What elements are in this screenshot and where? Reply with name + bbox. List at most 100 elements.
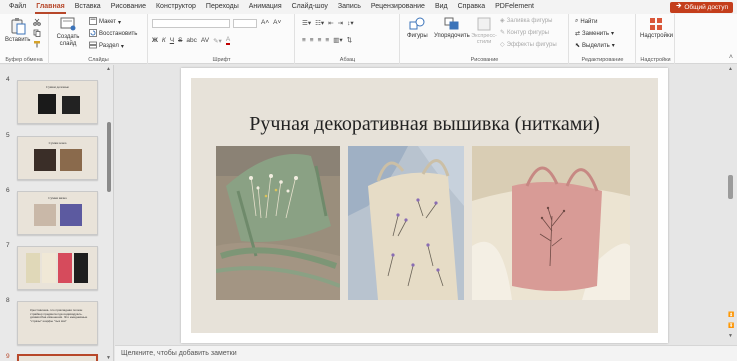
font-size-input[interactable]	[233, 19, 257, 28]
clipboard-group-label: Буфер обмена	[5, 57, 43, 63]
align-center-icon[interactable]: ≡	[310, 37, 314, 44]
section-button[interactable]: Раздел ▾	[89, 41, 124, 51]
layout-icon	[89, 17, 97, 27]
shape-effects-button[interactable]: ◇ Эффекты фигуры	[500, 41, 557, 49]
paragraph-row-2: ≡ ≡ ≡ ≡ ▥▾ ⇅	[302, 36, 352, 45]
char-spacing-button[interactable]: AV	[201, 37, 209, 44]
section-label: Раздел	[99, 43, 119, 49]
scroll-down-icon[interactable]: ▼	[728, 333, 733, 339]
brush-icon	[33, 40, 41, 50]
numbering-icon[interactable]: ☷▾	[315, 19, 324, 27]
shape-outline-button[interactable]: ✎ Контур фигуры	[500, 29, 549, 37]
select-button[interactable]: ⬉ Выделить ▾	[575, 42, 615, 50]
previous-slide-icon[interactable]: ⏫	[728, 312, 734, 318]
italic-button[interactable]: К	[162, 37, 166, 44]
scroll-down-icon[interactable]: ▼	[106, 355, 111, 361]
quick-styles-button[interactable]: Экспресс-стили	[471, 17, 497, 45]
tab-pdfelement[interactable]: PDFelement	[490, 0, 539, 14]
spacing-button[interactable]: abc	[186, 37, 196, 44]
thumbnail-image	[60, 149, 82, 171]
copy-button[interactable]	[33, 29, 41, 39]
slides-group-label: Слайды	[88, 57, 109, 63]
layout-button[interactable]: Макет ▾	[89, 17, 121, 27]
chevron-down-icon: ▾	[120, 43, 124, 50]
clipboard-group: Вставить Буфер обмена	[0, 14, 49, 64]
decrease-indent-icon[interactable]: ⇤	[328, 19, 333, 27]
reset-button[interactable]: Восстановить	[89, 29, 137, 39]
tab-slideshow[interactable]: Слайд-шоу	[287, 0, 333, 14]
slide-thumbnail-9[interactable]	[17, 354, 98, 361]
share-button[interactable]: Общий доступ	[670, 2, 733, 13]
tab-view[interactable]: Вид	[430, 0, 453, 14]
current-slide[interactable]: Ручная декоративная вышивка (нитками)	[181, 68, 668, 343]
cut-button[interactable]	[33, 18, 41, 28]
scroll-up-icon[interactable]: ▲	[728, 66, 733, 72]
tab-insert[interactable]: Вставка	[70, 0, 106, 14]
tab-home[interactable]: Главная	[31, 0, 69, 14]
font-color-button[interactable]: А	[225, 36, 231, 45]
drawing-group-label: Рисование	[470, 57, 499, 63]
line-spacing-icon[interactable]: ↕▾	[347, 19, 354, 27]
align-right-icon[interactable]: ≡	[318, 37, 322, 44]
shrink-font-icon[interactable]: A˅	[273, 19, 281, 26]
slide-thumbnail-6[interactable]: Сумки вязка	[17, 191, 98, 235]
thumbnails-scrollbar[interactable]: ▲ ▼	[106, 66, 111, 361]
align-left-icon[interactable]: ≡	[302, 37, 306, 44]
slide-thumbnail-4[interactable]: Сумки деловые	[17, 80, 98, 124]
thumbnail-title: Сумки кожа	[48, 141, 67, 145]
tab-file[interactable]: Файл	[4, 0, 31, 14]
shapes-button[interactable]: Фигуры	[407, 17, 428, 39]
font-size-controls: A˄ A˅	[261, 19, 281, 26]
font-name-input[interactable]	[152, 19, 230, 28]
replace-button[interactable]: ⇄ Заменить ▾	[575, 30, 614, 38]
tab-help[interactable]: Справка	[453, 0, 490, 14]
strikethrough-button[interactable]: S	[178, 37, 182, 44]
shape-fill-button[interactable]: ◈ Заливка фигуры	[500, 17, 552, 25]
bold-button[interactable]: Ж	[152, 37, 158, 44]
increase-indent-icon[interactable]: ⇥	[338, 19, 343, 27]
tab-record[interactable]: Запись	[333, 0, 366, 14]
next-slide-icon[interactable]: ⏬	[728, 323, 734, 329]
find-button[interactable]: ⌕ Найти	[575, 18, 598, 25]
scroll-up-icon[interactable]: ▲	[106, 66, 111, 72]
editor-scroll-thumb[interactable]	[728, 175, 733, 199]
beige-tote-photo[interactable]	[348, 146, 464, 300]
new-slide-button[interactable]: Создать слайд	[53, 17, 83, 48]
justify-icon[interactable]: ≡	[325, 37, 329, 44]
bullets-icon[interactable]: ☰▾	[302, 19, 311, 27]
reset-label: Восстановить	[99, 31, 138, 37]
addins-icon	[649, 17, 663, 33]
collapse-ribbon-icon[interactable]: ˄	[729, 54, 733, 61]
highlight-icon[interactable]: ✎▾	[213, 37, 222, 45]
tab-design[interactable]: Конструктор	[151, 0, 201, 14]
grow-font-icon[interactable]: A˄	[261, 19, 269, 26]
format-painter-button[interactable]	[33, 40, 41, 50]
section-icon	[89, 41, 97, 51]
slide-thumbnail-8[interactable]: Крестовишка- это прикладная полезн страй…	[17, 301, 98, 345]
copy-icon	[33, 29, 41, 39]
pink-tote-photo[interactable]	[472, 146, 630, 300]
scissors-icon	[33, 18, 41, 28]
arrange-button[interactable]: Упорядочить	[434, 17, 470, 39]
paste-button[interactable]: Вставить	[5, 17, 30, 43]
tab-transitions[interactable]: Переходы	[201, 0, 244, 14]
slide-thumbnail-7[interactable]	[17, 246, 98, 290]
thumbnails-scroll-thumb[interactable]	[107, 122, 111, 192]
columns-icon[interactable]: ▥▾	[333, 36, 342, 44]
text-direction-icon[interactable]: ⇅	[347, 36, 352, 44]
notes-pane[interactable]: Щелкните, чтобы добавить заметки	[115, 345, 737, 361]
editor-scrollbar[interactable]: ▲ ⏫ ⏬ ▼	[728, 65, 734, 345]
notes-placeholder: Щелкните, чтобы добавить заметки	[121, 350, 237, 357]
green-tote-photo[interactable]	[216, 146, 340, 300]
tab-draw[interactable]: Рисование	[106, 0, 151, 14]
paint-bucket-icon: ◈	[500, 18, 505, 24]
tab-review[interactable]: Рецензирование	[366, 0, 430, 14]
slide-thumbnail-5[interactable]: Сумки кожа	[17, 136, 98, 180]
tab-animations[interactable]: Анимация	[244, 0, 287, 14]
select-label: Выделить	[582, 42, 610, 49]
addins-button[interactable]: Надстройки	[640, 17, 673, 39]
thumbnail-image	[74, 253, 88, 283]
underline-button[interactable]: Ч	[170, 37, 174, 44]
slide-title[interactable]: Ручная декоративная вышивка (нитками)	[191, 113, 658, 136]
thumbnail-title: Сумки деловые	[45, 85, 69, 89]
